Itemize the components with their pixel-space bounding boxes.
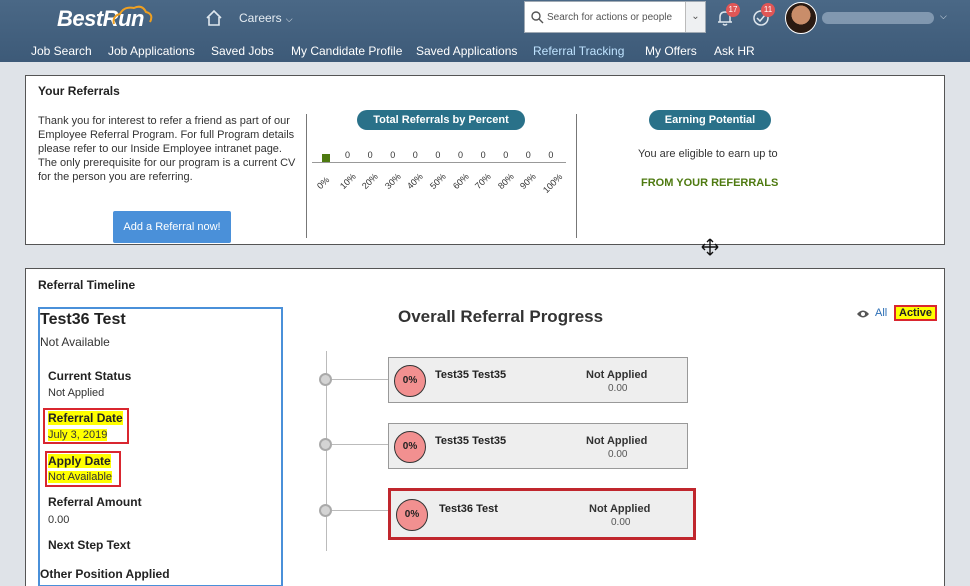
percent-value: 0 — [390, 150, 396, 160]
percent-tick-label: 60% — [450, 171, 471, 192]
filter-all-link[interactable]: All — [875, 307, 887, 319]
progress-percent: 0% — [396, 499, 428, 531]
referral-intro-text: Thank you for interest to refer a friend… — [38, 115, 296, 183]
total-referrals-title: Total Referrals by Percent — [357, 110, 525, 130]
nav-saved-applications[interactable]: Saved Applications — [416, 44, 517, 58]
referral-name: Test35 Test35 — [435, 435, 507, 447]
timeline-dot — [319, 504, 332, 517]
current-status-value: Not Applied — [48, 387, 105, 399]
filter-active-link[interactable]: Active — [894, 305, 938, 321]
candidate-subtitle: Not Available — [40, 335, 110, 349]
referral-card[interactable]: 0% Test35 Test35 Not Applied 0.00 — [388, 357, 688, 403]
logo-cloud-icon — [112, 5, 153, 25]
percent-value: 0 — [345, 150, 351, 160]
shell-header: BestRun Careers ⌵ Search for actions or p… — [0, 0, 970, 62]
overall-progress-title: Overall Referral Progress — [398, 307, 604, 326]
your-referrals-panel: Your Referrals Thank you for interest to… — [25, 75, 945, 245]
avatar[interactable] — [785, 2, 817, 34]
percent-value: 0 — [480, 150, 486, 160]
timeline-connector — [332, 379, 388, 380]
percent-tick-label: 20% — [360, 171, 380, 192]
your-referrals-title: Your Referrals — [38, 84, 120, 98]
chevron-down-icon[interactable]: ⌵ — [940, 11, 947, 22]
nav-my-offers[interactable]: My Offers — [645, 44, 697, 58]
referral-card[interactable]: 0% Test35 Test35 Not Applied 0.00 — [388, 423, 688, 469]
referral-amount: 0.00 — [608, 383, 628, 394]
home-icon[interactable] — [205, 9, 223, 27]
search-input[interactable]: Search for actions or people ⌄ — [524, 1, 706, 33]
referral-status: Not Applied — [586, 435, 648, 447]
percent-tick-label: 90% — [518, 171, 539, 192]
percent-value: 0 — [367, 150, 373, 160]
referral-timeline-title: Referral Timeline — [38, 278, 136, 292]
apply-date-label: Apply Date — [48, 454, 111, 468]
percent-tick-label: 50% — [428, 171, 448, 192]
percent-value: 0 — [548, 150, 554, 160]
current-status-label: Current Status — [48, 369, 132, 383]
referral-name: Test36 Test — [439, 503, 498, 515]
progress-percent: 0% — [394, 431, 426, 463]
percent-tick-label: 30% — [382, 171, 403, 192]
percent-value: 0 — [458, 150, 464, 160]
referral-date-value: July 3, 2019 — [48, 429, 108, 441]
percent-tick-label: 70% — [473, 171, 493, 192]
earning-text: You are eligible to earn up to — [638, 148, 778, 160]
referral-status: Not Applied — [589, 503, 651, 515]
nav-ask-hr[interactable]: Ask HR — [714, 44, 755, 58]
referral-amount-label: Referral Amount — [48, 495, 142, 509]
earning-potential-title: Earning Potential — [649, 110, 771, 130]
candidate-detail-card: Test36 Test Not Available Current Status… — [38, 307, 283, 586]
percent-value: 0 — [503, 150, 509, 160]
referral-amount: 0.00 — [608, 449, 628, 460]
percent-tick-label: 10% — [337, 171, 358, 192]
percent-tick-label: 0% — [315, 174, 332, 192]
referral-timeline-panel: Referral Timeline Test36 Test Not Availa… — [25, 268, 945, 586]
referral-amount: 0.00 — [611, 517, 631, 528]
percent-value: 0 — [525, 150, 531, 160]
percent-bar-0 — [322, 154, 330, 162]
other-position-label: Other Position Applied — [40, 567, 170, 581]
task-badge: 11 — [761, 3, 775, 17]
percent-tick-label: 40% — [405, 171, 426, 192]
referral-date-label: Referral Date — [48, 411, 123, 425]
nav-my-candidate-profile[interactable]: My Candidate Profile — [291, 44, 402, 58]
eye-icon — [857, 310, 869, 318]
search-dropdown-chevron-icon[interactable]: ⌄ — [685, 2, 705, 32]
referral-amount-value: 0.00 — [48, 514, 70, 526]
timeline-dot — [319, 373, 332, 386]
nav-saved-jobs[interactable]: Saved Jobs — [211, 44, 274, 58]
timeline-dot — [319, 438, 332, 451]
earning-highlight: FROM YOUR REFERRALS — [641, 177, 779, 189]
notification-badge: 17 — [726, 3, 740, 17]
percent-tick-label: 80% — [495, 171, 516, 192]
percent-tick-label: 100% — [541, 171, 565, 196]
percent-value: 0 — [412, 150, 418, 160]
divider — [576, 114, 577, 238]
percent-axis — [312, 162, 566, 163]
timeline-connector — [332, 510, 388, 511]
divider — [306, 114, 307, 238]
timeline-connector — [332, 444, 388, 445]
main-navigation: Job Search Job Applications Saved Jobs M… — [0, 40, 970, 62]
percent-value: 0 — [435, 150, 441, 160]
referral-card-selected[interactable]: 0% Test36 Test Not Applied 0.00 — [388, 488, 696, 540]
careers-label: Careers — [239, 11, 282, 25]
chevron-down-icon: ⌵ — [285, 14, 293, 24]
nav-referral-tracking[interactable]: Referral Tracking — [533, 44, 624, 58]
search-icon — [531, 11, 544, 24]
nav-job-applications[interactable]: Job Applications — [108, 44, 195, 58]
careers-menu[interactable]: Careers ⌵ — [239, 11, 293, 25]
next-step-label: Next Step Text — [48, 538, 131, 552]
referral-name: Test35 Test35 — [435, 369, 507, 381]
search-placeholder: Search for actions or people — [547, 12, 673, 23]
move-cursor-icon — [701, 238, 719, 256]
referral-status: Not Applied — [586, 369, 648, 381]
apply-date-value: Not Available — [48, 471, 113, 483]
candidate-name: Test36 Test — [40, 311, 126, 328]
progress-percent: 0% — [394, 365, 426, 397]
nav-job-search[interactable]: Job Search — [31, 44, 92, 58]
add-referral-button[interactable]: Add a Referral now! — [113, 211, 231, 243]
user-name-redacted[interactable] — [822, 12, 934, 24]
